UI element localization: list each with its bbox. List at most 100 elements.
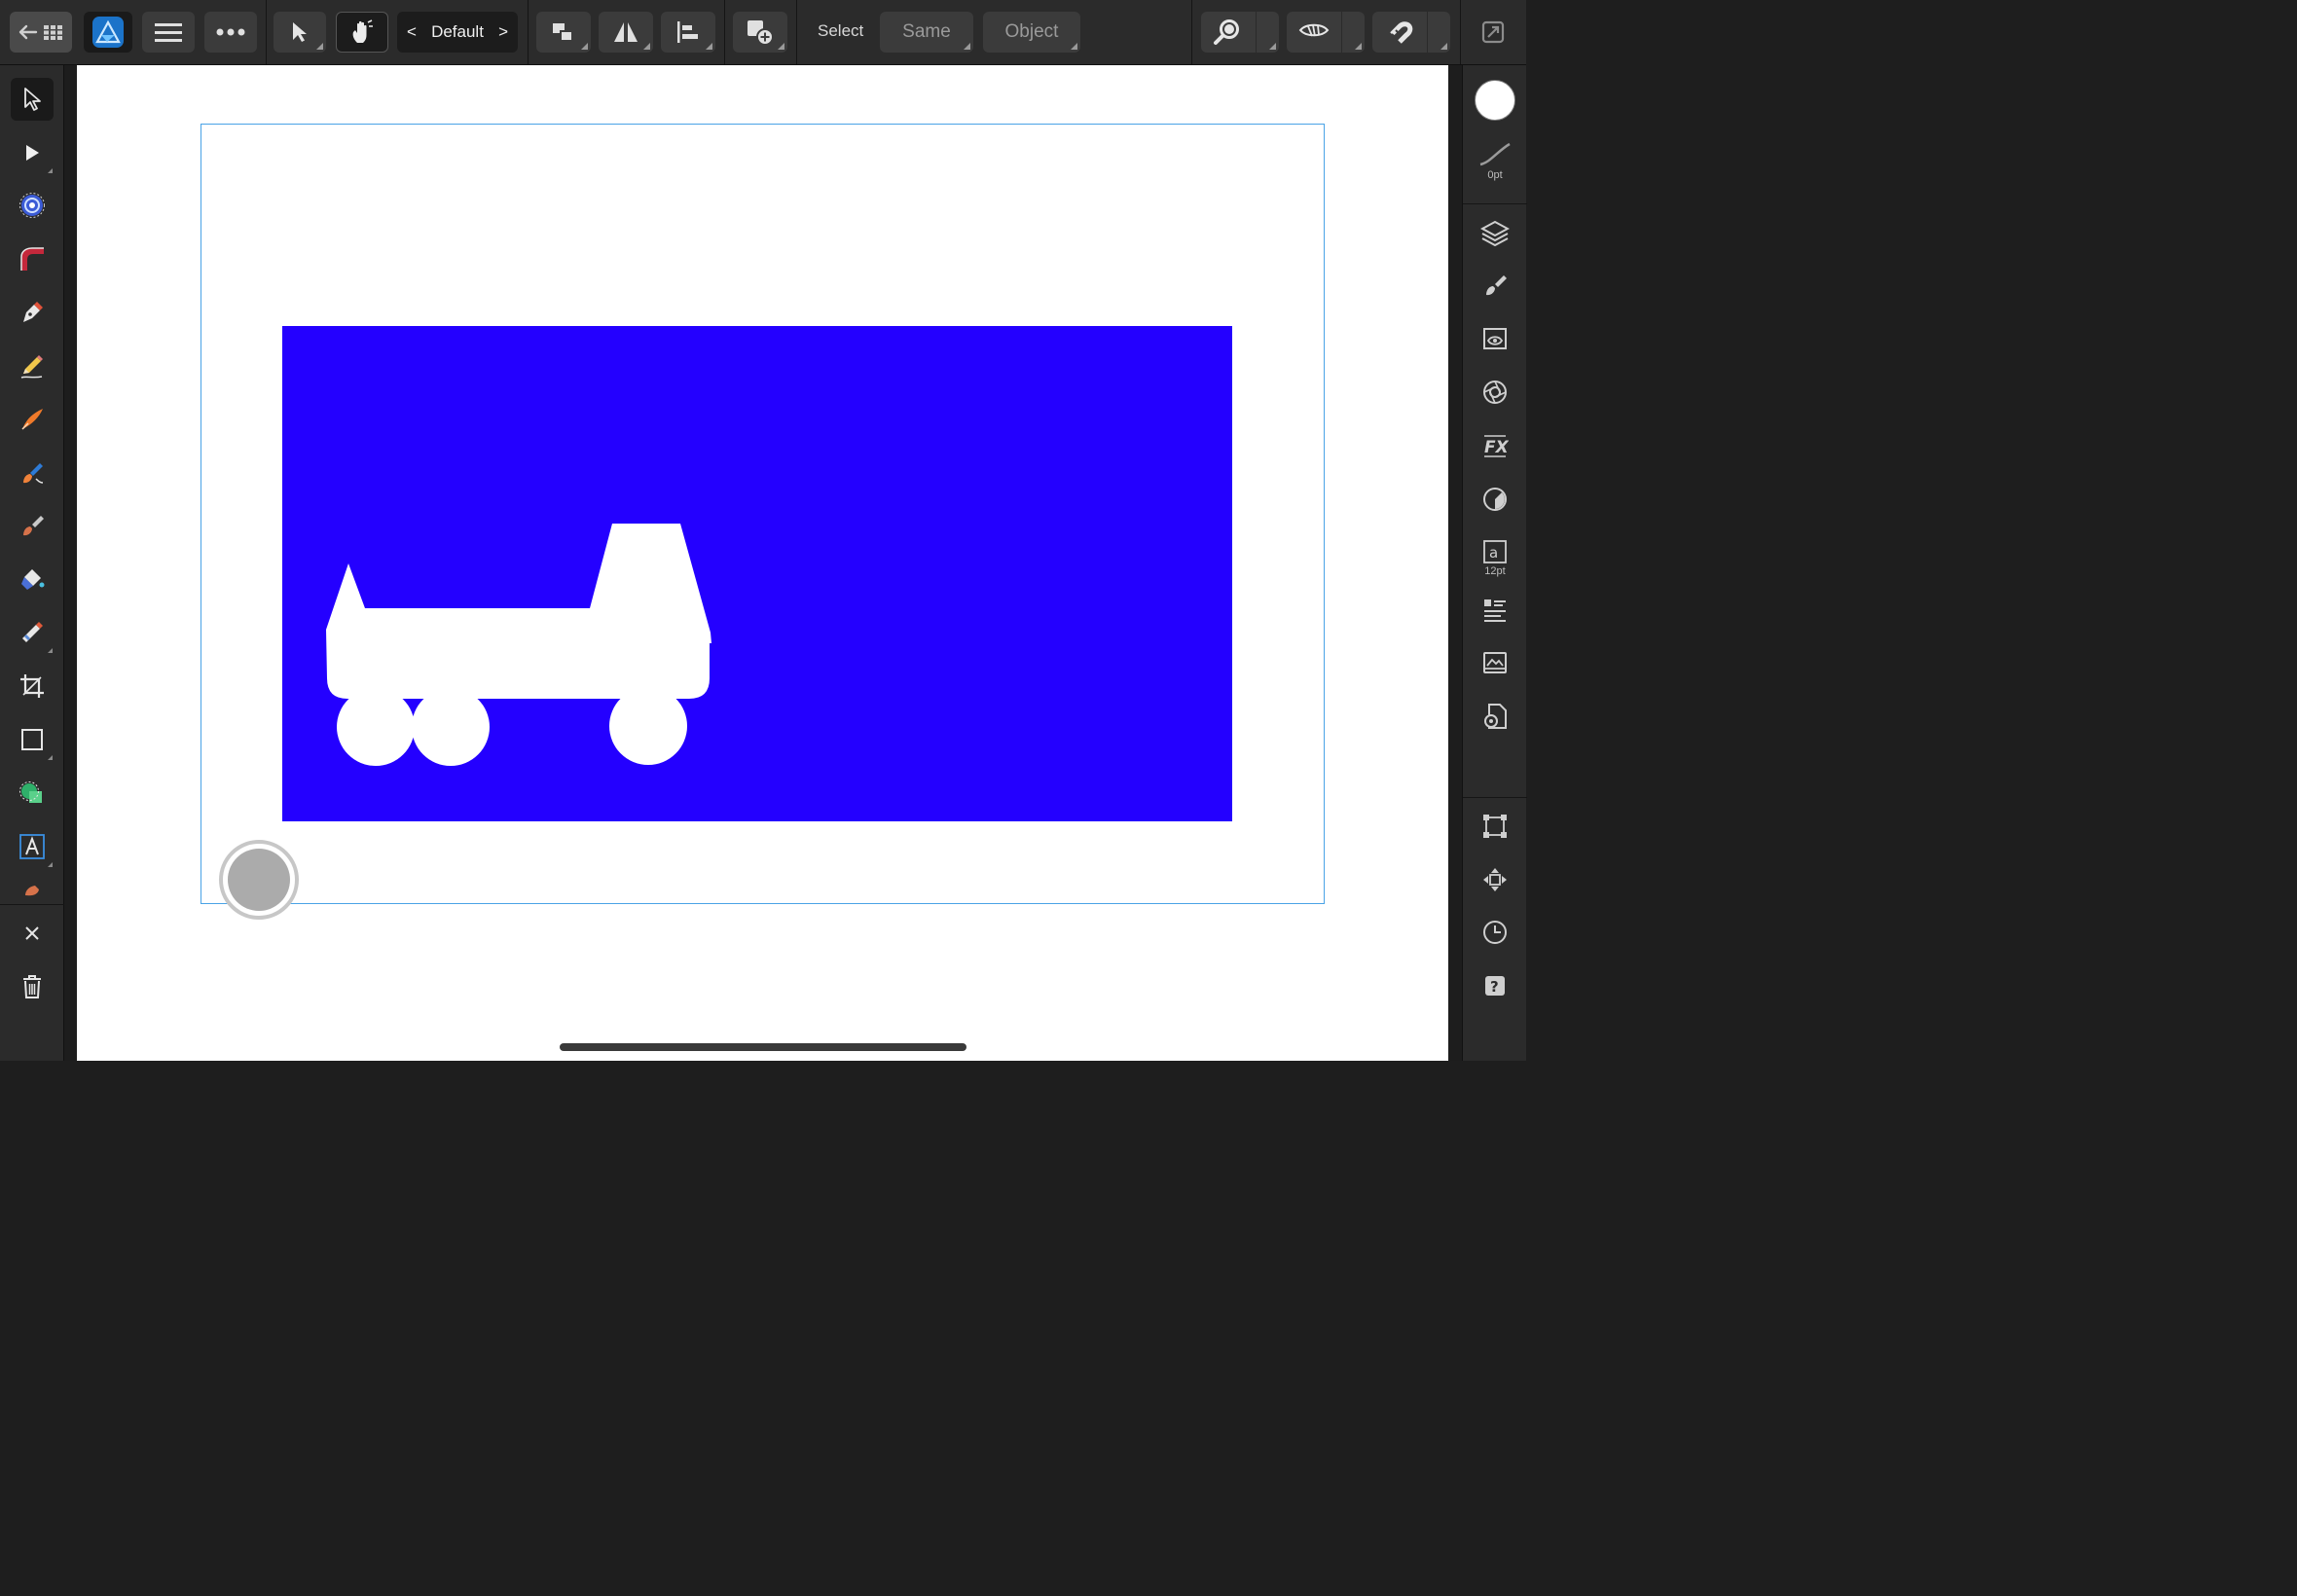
svg-text:FX: FX	[1484, 438, 1509, 457]
contour-tool-icon	[19, 193, 45, 218]
history-studio[interactable]	[1474, 911, 1516, 954]
flip-icon	[614, 22, 638, 42]
text-size-label: 12pt	[1484, 564, 1506, 577]
fill-color-well[interactable]	[1474, 79, 1516, 122]
paint-brush-icon	[23, 516, 44, 536]
styles-studio[interactable]	[1474, 478, 1516, 521]
object-label: Object	[1004, 21, 1059, 42]
delete-button[interactable]	[11, 965, 54, 1008]
fill-tool[interactable]	[11, 558, 54, 600]
vector-brush-tool[interactable]	[11, 398, 54, 441]
toolbar-divider	[1191, 0, 1192, 64]
appearance-icon	[1483, 381, 1507, 404]
add-object-icon	[747, 20, 774, 46]
layers-studio[interactable]	[1474, 211, 1516, 254]
svg-text:?: ?	[1490, 978, 1499, 996]
appearance-studio[interactable]	[1474, 371, 1516, 414]
effects-studio[interactable]: FX	[1474, 424, 1516, 467]
transparency-tool[interactable]	[11, 611, 54, 654]
contour-tool[interactable]	[11, 184, 54, 227]
stroke-well[interactable]: 0pt	[1474, 133, 1516, 188]
app-logo-button[interactable]	[84, 12, 132, 53]
layers-icon	[1480, 220, 1510, 246]
touch-mode-button[interactable]	[336, 12, 388, 53]
zoom-icon	[1214, 19, 1239, 45]
select-same-button[interactable]: Same	[880, 12, 973, 53]
expand-icon	[1481, 20, 1505, 44]
move-tool-icon	[24, 88, 41, 111]
select-label: Select	[818, 21, 864, 40]
crop-tool-icon	[20, 674, 44, 698]
zoom-button[interactable]	[1201, 12, 1279, 53]
back-to-documents-button[interactable]	[10, 12, 72, 53]
close-context-button[interactable]	[11, 912, 54, 955]
shape-builder-tool[interactable]	[11, 772, 54, 815]
paragraph-icon	[1484, 599, 1506, 622]
view-mode-button[interactable]	[1287, 12, 1365, 53]
tools-divider	[0, 904, 64, 905]
stroke-width-label: 0pt	[1487, 168, 1503, 181]
node-tool-icon	[26, 145, 39, 161]
pen-tool[interactable]	[11, 291, 54, 334]
transform-icon	[1483, 815, 1507, 838]
top-toolbar: < Default > Select Same Object	[0, 0, 1526, 65]
persona-next-icon[interactable]: >	[498, 22, 508, 42]
navigator-studio[interactable]	[1474, 858, 1516, 901]
text-tool-icon	[19, 834, 45, 859]
hamburger-icon	[155, 23, 182, 42]
rectangle-tool[interactable]	[11, 718, 54, 761]
text-styles-studio[interactable]: a 12pt	[1474, 530, 1516, 585]
toolbar-divider	[528, 0, 529, 64]
brushes-studio[interactable]	[1474, 264, 1516, 307]
canvas-right-gutter	[1448, 65, 1462, 1061]
persona-label: Default	[431, 22, 484, 41]
snapping-button[interactable]	[1372, 12, 1450, 53]
history-icon	[1483, 921, 1507, 944]
document-settings-studio[interactable]	[1474, 695, 1516, 738]
panel-divider	[1463, 203, 1527, 204]
styles-icon	[1483, 488, 1507, 511]
corner-tool-icon	[20, 247, 44, 271]
select-mode-button[interactable]	[273, 12, 326, 53]
persona-prev-icon[interactable]: <	[407, 22, 417, 42]
help-icon: ?	[1485, 976, 1505, 996]
text-tool[interactable]	[11, 825, 54, 868]
assets-studio[interactable]	[1474, 641, 1516, 684]
insert-button[interactable]	[733, 12, 787, 53]
paint-brush-tool[interactable]	[11, 504, 54, 547]
crop-tool[interactable]	[11, 665, 54, 707]
transparency-tool-icon	[22, 622, 43, 642]
toolbar-divider	[724, 0, 725, 64]
brush-tool[interactable]	[11, 452, 54, 494]
navigator-icon	[1483, 868, 1507, 891]
align-button[interactable]	[661, 12, 715, 53]
arrow-cursor-icon	[293, 22, 307, 42]
help-studio[interactable]: ?	[1474, 964, 1516, 1007]
corner-tool[interactable]	[11, 237, 54, 280]
persona-switcher[interactable]: < Default >	[397, 12, 518, 53]
select-object-button[interactable]: Object	[983, 12, 1080, 53]
flip-button[interactable]	[599, 12, 653, 53]
studio-panel: 0pt FX a 12pt ?	[1462, 65, 1527, 1061]
command-controller-button[interactable]	[219, 840, 299, 920]
eye-icon	[1298, 23, 1330, 37]
home-indicator	[560, 1043, 966, 1051]
arrange-button[interactable]	[536, 12, 591, 53]
paragraph-studio[interactable]	[1474, 588, 1516, 631]
toolbar-divider	[796, 0, 797, 64]
move-tool[interactable]	[11, 78, 54, 121]
assets-icon	[1483, 652, 1507, 673]
pencil-tool[interactable]	[11, 345, 54, 387]
text-styles-icon: a	[1483, 539, 1507, 563]
node-tool[interactable]	[11, 131, 54, 174]
transform-studio[interactable]	[1474, 805, 1516, 848]
stock-studio[interactable]	[1474, 317, 1516, 360]
fullscreen-button[interactable]	[1472, 12, 1514, 53]
effects-icon: FX	[1484, 435, 1509, 457]
menu-button[interactable]	[142, 12, 195, 53]
more-button[interactable]	[204, 12, 257, 53]
color-picker-tool[interactable]	[11, 879, 54, 900]
stock-icon	[1483, 328, 1507, 349]
pencil-tool-icon	[20, 355, 43, 379]
artboard-frame[interactable]	[201, 124, 1325, 904]
